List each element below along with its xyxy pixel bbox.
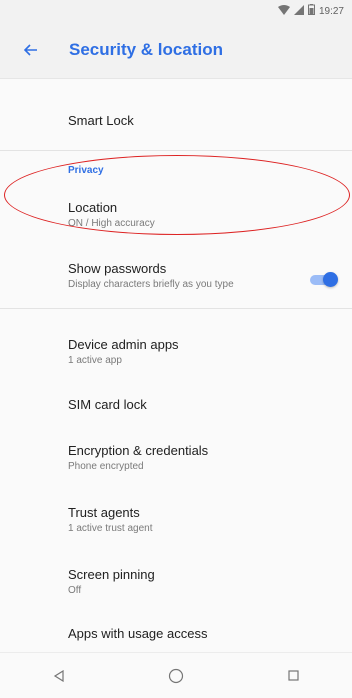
smart-lock-title: Smart Lock [68,113,134,128]
arrow-back-icon[interactable] [19,38,43,62]
status-bar: 19:27 [0,0,352,22]
location-item[interactable]: Location ON / High accuracy [0,200,352,229]
trust-agents-item[interactable]: Trust agents 1 active trust agent [0,505,352,534]
settings-list[interactable]: Smart Lock Privacy Location ON / High ac… [0,78,352,653]
sim-lock-item[interactable]: SIM card lock [0,397,352,412]
show-passwords-title: Show passwords [68,261,167,276]
encryption-title: Encryption & credentials [68,443,209,458]
device-admin-item[interactable]: Device admin apps 1 active app [0,337,352,366]
show-passwords-item[interactable]: Show passwords Display characters briefl… [0,261,352,290]
toggle-knob [323,272,338,287]
encryption-subtitle: Phone encrypted [68,461,144,472]
wifi-icon [277,4,290,18]
page-title: Security & location [69,40,223,59]
location-subtitle: ON / High accuracy [68,218,155,229]
screen-pinning-title: Screen pinning [68,567,155,582]
screen-pinning-item[interactable]: Screen pinning Off [0,567,352,596]
trust-agents-title: Trust agents [68,505,140,520]
nav-bar [0,652,352,698]
back-triangle-icon[interactable] [39,656,79,696]
device-admin-subtitle: 1 active app [68,355,122,366]
location-title: Location [68,200,118,215]
divider [0,150,352,151]
smart-lock-item[interactable]: Smart Lock [0,113,352,128]
battery-icon [307,4,315,18]
divider [0,308,352,309]
usage-access-title: Apps with usage access [68,626,208,641]
sim-lock-title: SIM card lock [68,397,147,412]
signal-icon [293,4,304,18]
status-time: 19:27 [318,5,344,17]
recents-square-icon[interactable] [273,656,313,696]
privacy-section-header: Privacy [68,165,104,176]
show-passwords-toggle[interactable] [310,272,338,287]
home-circle-icon[interactable] [156,656,196,696]
screen-pinning-subtitle: Off [68,585,82,596]
usage-access-item[interactable]: Apps with usage access [0,626,352,641]
device-admin-title: Device admin apps [68,337,179,352]
app-bar: Security & location [0,22,352,79]
encryption-item[interactable]: Encryption & credentials Phone encrypted [0,443,352,472]
trust-agents-subtitle: 1 active trust agent [68,523,153,534]
